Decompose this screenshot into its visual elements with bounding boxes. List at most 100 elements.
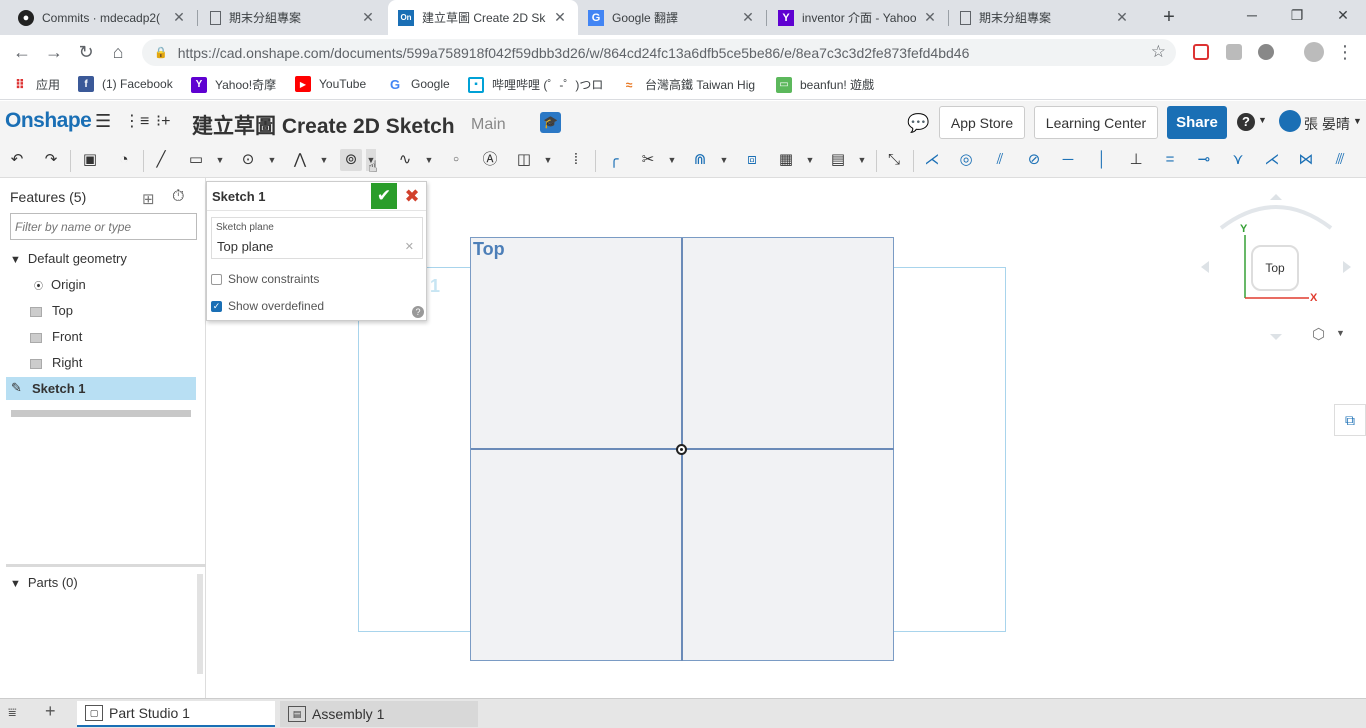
home-icon[interactable]: ⌂ <box>106 40 130 64</box>
chevron-down-icon[interactable]: ▼ <box>543 149 553 171</box>
polygon-tool-icon[interactable]: ⊚ <box>340 149 362 171</box>
document-title[interactable]: 建立草圖 Create 2D Sketch <box>192 110 455 140</box>
close-window-icon[interactable]: ✕ <box>1328 4 1358 28</box>
chevron-down-icon[interactable]: ▼ <box>1353 116 1362 126</box>
clear-icon[interactable]: ✕ <box>405 240 414 253</box>
feature-list-icon[interactable]: ⋮≡ <box>124 111 149 131</box>
normal-icon[interactable]: ⋎ <box>1227 149 1249 171</box>
chevron-down-icon[interactable]: ▼ <box>857 149 867 171</box>
browser-tab[interactable]: 期末分組專案 ✕ <box>200 0 386 35</box>
view-options-icon[interactable]: ⧉ <box>1334 404 1366 436</box>
chevron-down-icon[interactable]: ▼ <box>424 149 434 171</box>
chevron-down-icon[interactable]: ▼ <box>1258 115 1267 125</box>
close-tab-icon[interactable]: ✕ <box>552 9 568 26</box>
construction-icon[interactable]: ◫ <box>513 149 535 171</box>
chevron-down-icon[interactable]: ▼ <box>215 149 225 171</box>
add-folder-icon[interactable]: ⊞ <box>142 190 155 208</box>
back-icon[interactable]: ← <box>10 40 34 64</box>
chevron-down-icon[interactable]: ▼ <box>1336 328 1345 338</box>
browser-tab[interactable]: 期末分組專案 ✕ <box>950 0 1140 35</box>
fix-icon[interactable]: ⫻ <box>1329 149 1351 171</box>
cube-view-icon[interactable]: ⬡ <box>1312 325 1325 343</box>
add-tab-icon[interactable]: + <box>45 701 56 722</box>
rollback-timer-icon[interactable]: ⏱ <box>172 188 184 206</box>
sketch-plane-field[interactable]: Sketch plane Top plane ✕ <box>211 217 423 259</box>
tab-manager-icon[interactable]: ⩸ <box>8 704 17 721</box>
fillet-icon[interactable]: ╭ <box>603 149 625 171</box>
filter-input[interactable] <box>10 213 197 240</box>
origin-point[interactable] <box>676 444 687 455</box>
user-name[interactable]: 張 晏晴 <box>1304 114 1350 134</box>
reload-icon[interactable]: ↻ <box>74 40 98 64</box>
branch-label[interactable]: Main <box>471 116 506 134</box>
confirm-button[interactable]: ✔ <box>371 183 397 209</box>
bookmark-thsr[interactable]: ≈ 台灣高鐵 Taiwan Hig <box>621 76 755 93</box>
bookmark-bilibili[interactable]: ▪ 哔哩哔哩 (゜-゜)つロ <box>468 76 603 93</box>
circle-tool-icon[interactable]: ⊙ <box>237 149 259 171</box>
browser-tab-active[interactable]: On 建立草圖 Create 2D Sk ✕ <box>388 0 578 35</box>
insert-feature-icon[interactable]: ⁝+ <box>156 111 170 131</box>
minimize-icon[interactable]: ─ <box>1237 4 1267 28</box>
tree-item-sketch-1[interactable]: ✎ Sketch 1 <box>6 377 196 400</box>
learning-center-button[interactable]: Learning Center <box>1034 106 1158 139</box>
trim-icon[interactable]: ✂ <box>637 149 659 171</box>
close-tab-icon[interactable]: ✕ <box>740 9 756 26</box>
show-constraints-checkbox[interactable]: Show constraints <box>211 272 319 286</box>
equal-icon[interactable]: = <box>1159 149 1181 171</box>
chevron-down-icon[interactable]: ▼ <box>319 149 329 171</box>
restore-icon[interactable]: ❐ <box>1282 4 1312 28</box>
bookmark-apps[interactable]: ⠿ 应用 <box>12 76 60 93</box>
text-tool-icon[interactable]: Ⓐ <box>479 149 501 171</box>
tangent-icon[interactable]: ⊘ <box>1023 149 1045 171</box>
default-geometry-group[interactable]: ▼ Default geometry <box>10 251 127 266</box>
browser-tab[interactable]: Y inventor 介面 - Yahoo ✕ <box>768 0 948 35</box>
bookmark-yahoo[interactable]: Y Yahoo!奇摩 <box>191 76 276 93</box>
close-tab-icon[interactable]: ✕ <box>171 9 187 26</box>
forward-icon[interactable]: → <box>42 40 66 64</box>
chevron-down-icon[interactable]: ▼ <box>267 149 277 171</box>
pierce-icon[interactable]: ⋌ <box>1261 149 1283 171</box>
bookmark-beanfun[interactable]: ▭ beanfun! 遊戲 <box>776 76 874 93</box>
extension-icon[interactable] <box>1193 44 1209 60</box>
parallel-icon[interactable]: ⫽ <box>989 149 1011 171</box>
midpoint-icon[interactable]: ⊸ <box>1193 149 1215 171</box>
horizontal-icon[interactable]: ─ <box>1057 149 1079 171</box>
dxf-import-icon[interactable]: ▤ <box>827 149 849 171</box>
tree-item-front[interactable]: Front <box>30 329 82 344</box>
browser-tab[interactable]: ● Commits · mdecadp2( ✕ <box>8 0 197 35</box>
hamburger-menu-icon[interactable]: ☰ <box>95 111 111 132</box>
checkbox-unchecked[interactable] <box>211 273 222 285</box>
mirror-icon[interactable]: ⁞ <box>565 149 587 171</box>
concentric-icon[interactable]: ◎ <box>955 149 977 171</box>
address-bar[interactable]: 🔒 https://cad.onshape.com/documents/599a… <box>142 39 1176 66</box>
tree-item-origin[interactable]: ⦿ Origin <box>34 277 86 292</box>
learning-icon[interactable]: 🎓 <box>540 112 561 133</box>
share-button[interactable]: Share <box>1167 106 1227 139</box>
cancel-button[interactable]: ✖ <box>401 184 423 208</box>
extension-icon[interactable] <box>1258 44 1274 60</box>
profile-avatar[interactable] <box>1304 42 1324 62</box>
chevron-down-icon[interactable]: ▼ <box>667 149 677 171</box>
horizontal-scrollbar[interactable] <box>11 410 191 417</box>
symmetric-icon[interactable]: ⋈ <box>1295 149 1317 171</box>
close-tab-icon[interactable]: ✕ <box>1114 9 1130 26</box>
transform-icon[interactable]: ⧈ <box>741 149 763 171</box>
vertical-scrollbar[interactable] <box>197 574 203 674</box>
offset-icon[interactable]: ⋒ <box>689 149 711 171</box>
user-avatar-icon[interactable] <box>1279 110 1301 132</box>
bookmark-star-icon[interactable]: ☆ <box>1151 42 1166 62</box>
vertical-icon[interactable]: │ <box>1091 149 1113 171</box>
bookmark-google[interactable]: G Google <box>387 76 450 92</box>
app-store-button[interactable]: App Store <box>939 106 1025 139</box>
new-tab-button[interactable]: + <box>1157 6 1181 30</box>
parts-group[interactable]: ▼ Parts (0) <box>10 575 78 590</box>
cube-face-top[interactable]: Top <box>1251 245 1299 291</box>
undo-icon[interactable]: ↶ <box>6 149 28 171</box>
copy-paste-icon[interactable]: ▣ <box>79 149 101 171</box>
perpendicular-icon[interactable]: ⊥ <box>1125 149 1147 171</box>
onshape-logo[interactable]: Onshape <box>5 109 92 133</box>
checkbox-checked[interactable]: ✓ <box>211 300 222 312</box>
redo-icon[interactable]: ↷ <box>40 149 62 171</box>
tree-item-top[interactable]: Top <box>30 303 73 318</box>
comment-icon[interactable]: 💬 <box>907 113 929 134</box>
